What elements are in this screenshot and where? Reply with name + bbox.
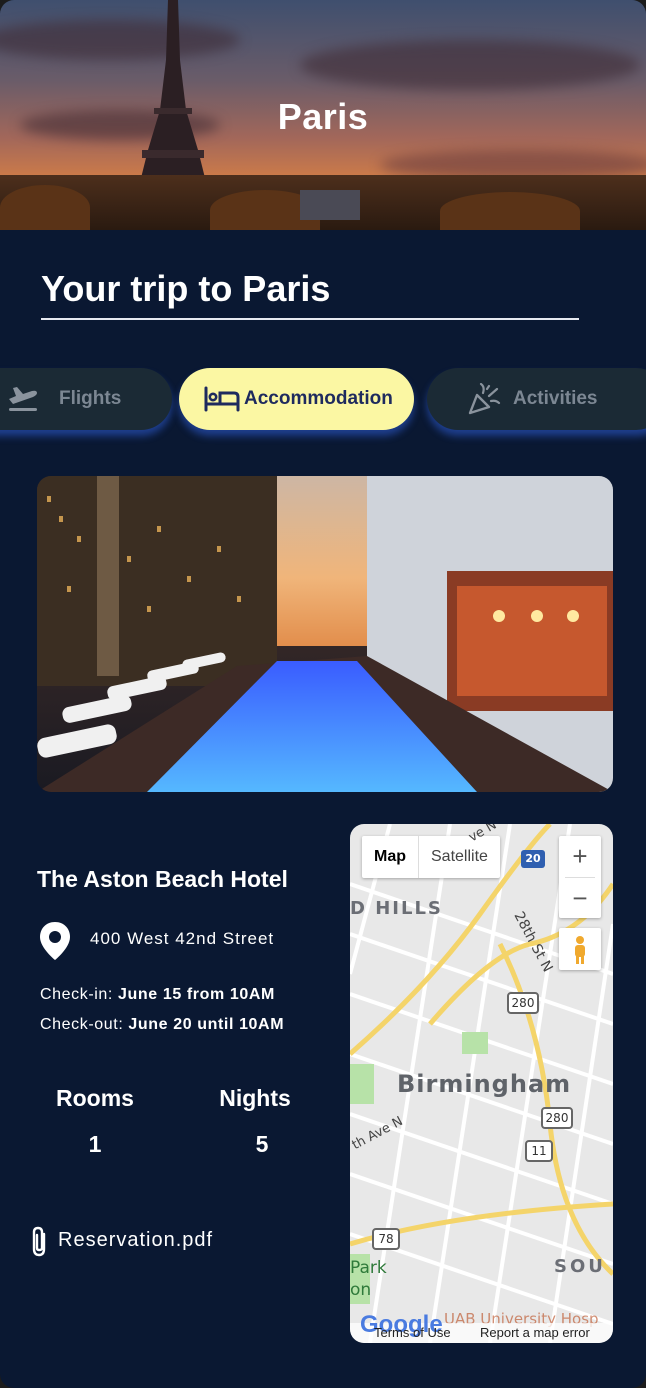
tab-flights-label: Flights <box>59 388 122 409</box>
check-out-row: Check-out: June 20 until 10AM <box>40 1016 284 1034</box>
map-label-on: on <box>350 1280 372 1300</box>
map-type-satellite-button[interactable]: Satellite <box>419 836 500 878</box>
reservation-attachment-link[interactable]: Reservation.pdf <box>58 1229 213 1252</box>
street-view-pegman-button[interactable] <box>559 928 601 970</box>
hotel-address: 400 West 42nd Street <box>90 929 275 948</box>
map-terms-link[interactable]: Terms of Use <box>374 1325 451 1340</box>
highway-shield-20: 20 <box>521 850 545 868</box>
trip-page: Paris Your trip to Paris Flights Accommo… <box>0 0 646 1388</box>
pegman-icon <box>575 936 585 964</box>
nights-label: Nights <box>219 1085 291 1111</box>
map-type-control: Map Satellite <box>362 836 500 878</box>
party-popper-icon <box>467 383 501 415</box>
map-label-hills: D HILLS <box>350 898 443 919</box>
plane-departure-icon <box>6 385 40 413</box>
check-in-label: Check-in: <box>40 986 113 1003</box>
map-label-park: Park <box>350 1258 387 1278</box>
rooms-value: 1 <box>88 1131 102 1157</box>
hotel-name: The Aston Beach Hotel <box>37 866 288 892</box>
highway-shield-280-b: 280 <box>541 1107 573 1129</box>
highway-shield-280: 280 <box>507 992 539 1014</box>
location-pin-icon <box>38 921 72 966</box>
zoom-in-button[interactable]: + <box>559 836 601 877</box>
page-title: Your trip to Paris <box>41 268 579 320</box>
check-in-row: Check-in: June 15 from 10AM <box>40 986 275 1004</box>
bed-icon <box>204 386 240 412</box>
hotel-photo <box>37 476 613 792</box>
tab-activities[interactable]: Activities <box>427 368 646 430</box>
zoom-control: + − <box>559 836 601 918</box>
tab-flights[interactable]: Flights <box>0 368 172 430</box>
paperclip-icon[interactable] <box>28 1225 50 1264</box>
map-report-error-link[interactable]: Report a map error <box>480 1325 590 1340</box>
location-map[interactable]: Map Satellite + − D HILLS ve N 28th St N… <box>350 824 613 1343</box>
map-label-south: SOU <box>554 1256 606 1277</box>
tab-accommodation-label: Accommodation <box>244 388 393 409</box>
map-type-map-button[interactable]: Map <box>362 836 419 878</box>
check-out-label: Check-out: <box>40 1016 124 1033</box>
zoom-out-button[interactable]: − <box>559 878 601 919</box>
rooms-label: Rooms <box>56 1085 134 1111</box>
map-footer: Google Terms of Use Report a map error <box>350 1311 613 1343</box>
nights-value: 5 <box>255 1131 269 1157</box>
city-title: Paris <box>277 96 369 137</box>
highway-shield-11: 11 <box>525 1140 553 1162</box>
highway-shield-78: 78 <box>372 1228 400 1250</box>
tab-accommodation[interactable]: Accommodation <box>179 368 414 430</box>
map-label-city: Birmingham <box>397 1070 572 1098</box>
tab-activities-label: Activities <box>513 388 598 409</box>
check-out-value: June 20 until 10AM <box>128 1016 285 1033</box>
check-in-value: June 15 from 10AM <box>118 986 275 1003</box>
hero-banner: Paris <box>0 0 646 230</box>
